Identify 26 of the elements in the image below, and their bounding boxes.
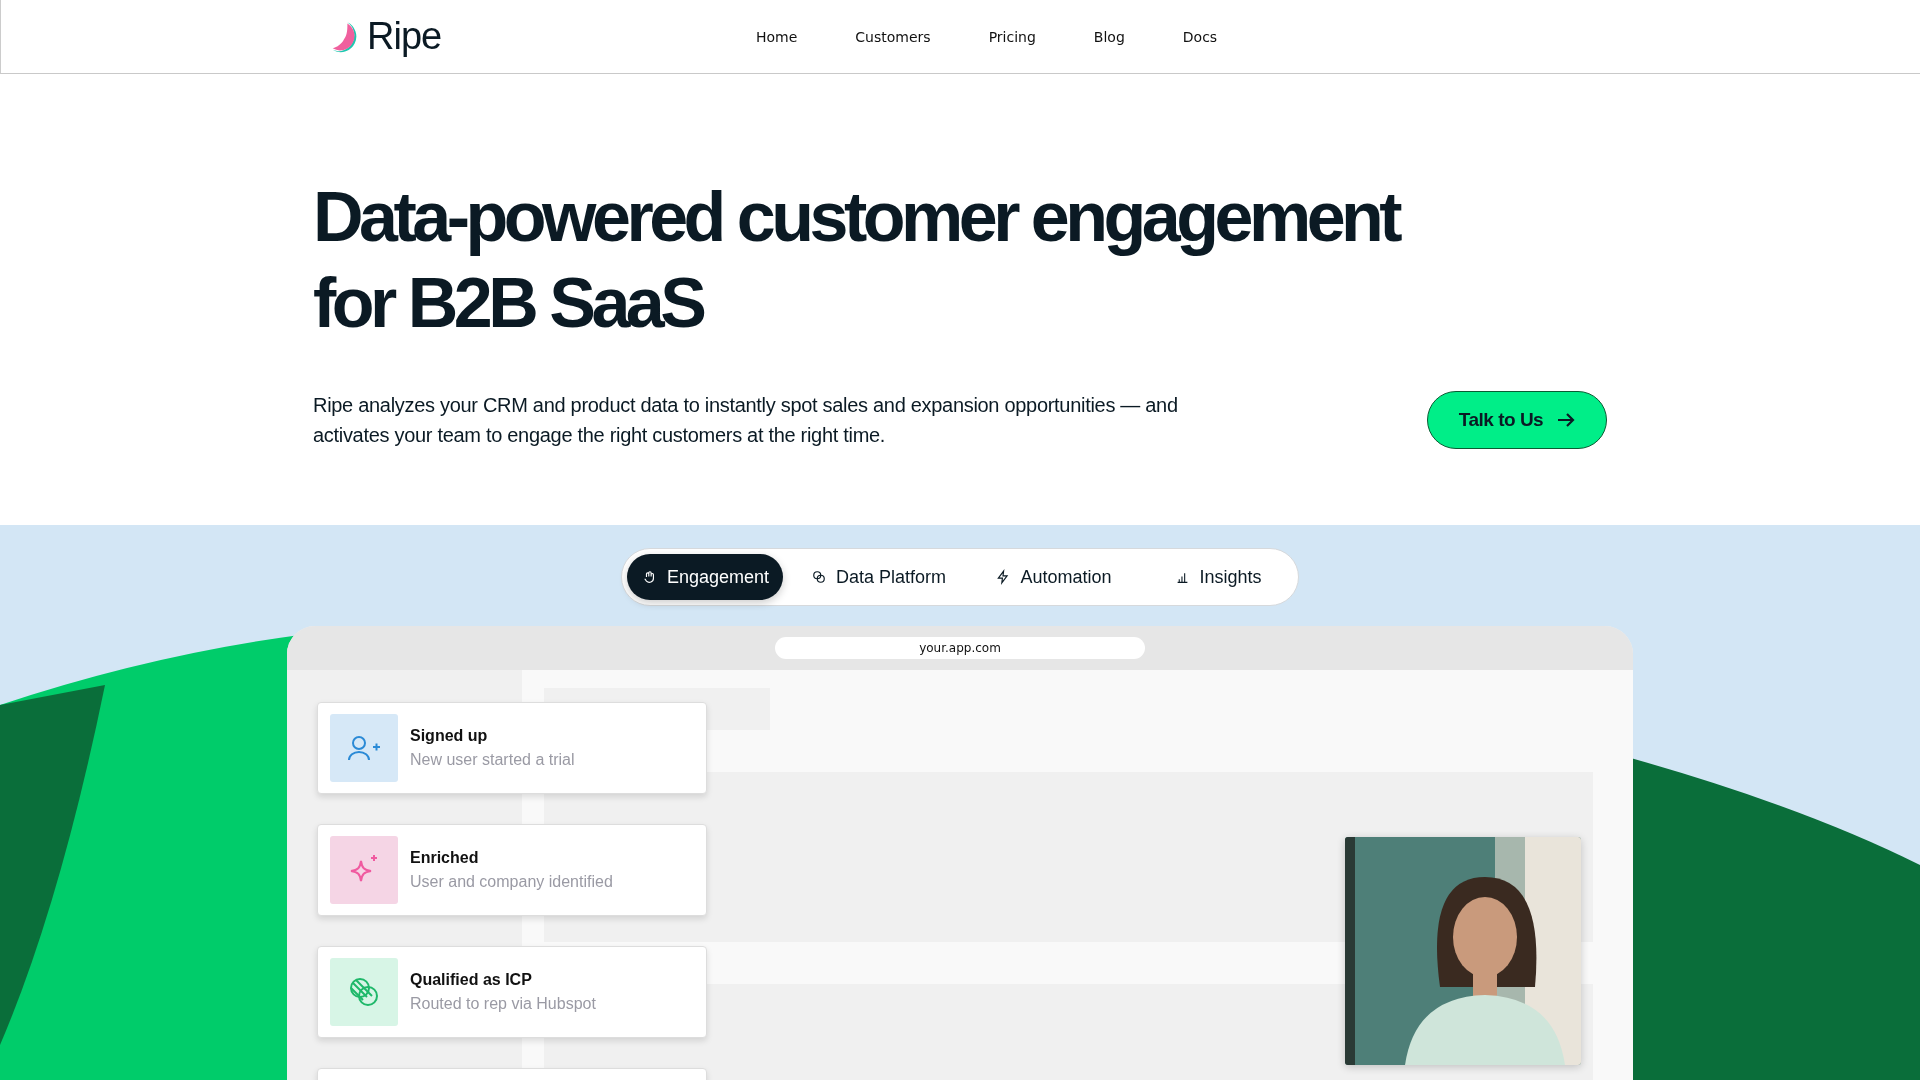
event-title: Qualified as ICP xyxy=(410,971,533,989)
hero-title: Data-powered customer engagement xyxy=(313,177,1400,258)
event-subtitle: Routed to rep via Hubspot xyxy=(410,995,596,1013)
arrow-right-icon xyxy=(1557,412,1576,428)
bar-chart-icon xyxy=(1176,570,1190,584)
nav-link[interactable]: Blog xyxy=(1064,28,1154,45)
tab[interactable]: Insights xyxy=(1143,554,1293,600)
tab[interactable]: Engagement xyxy=(627,554,783,600)
lightning-icon xyxy=(996,569,1011,585)
nav-link[interactable]: Pricing xyxy=(959,28,1065,45)
hero-text: Ripe analyzes your CRM and product data to instantly spot sales and expansion opportunities — and activates your team to engage the right customers at the right time. xyxy=(313,393,1179,448)
url-bar: your.app.com xyxy=(775,637,1145,659)
hand-icon xyxy=(643,570,657,584)
add-user-icon xyxy=(347,735,381,761)
nav-link[interactable]: Home xyxy=(727,28,827,45)
nav-link[interactable]: Customers xyxy=(826,28,960,45)
nav-link[interactable]: Docs xyxy=(1153,28,1247,45)
talk-to-us-button[interactable]: Talk to Us xyxy=(1427,391,1607,449)
event-subtitle: New user started a trial xyxy=(410,751,575,769)
event-title: Enriched xyxy=(410,849,480,867)
event-subtitle: User and company identified xyxy=(410,873,613,891)
hero-title: for B2B SaaS xyxy=(313,263,704,344)
tab[interactable]: Data Platform xyxy=(793,554,963,600)
logo-text[interactable]: Ripe xyxy=(367,15,442,58)
event-title: Signed up xyxy=(410,727,489,745)
tab[interactable]: Automation xyxy=(973,554,1133,600)
